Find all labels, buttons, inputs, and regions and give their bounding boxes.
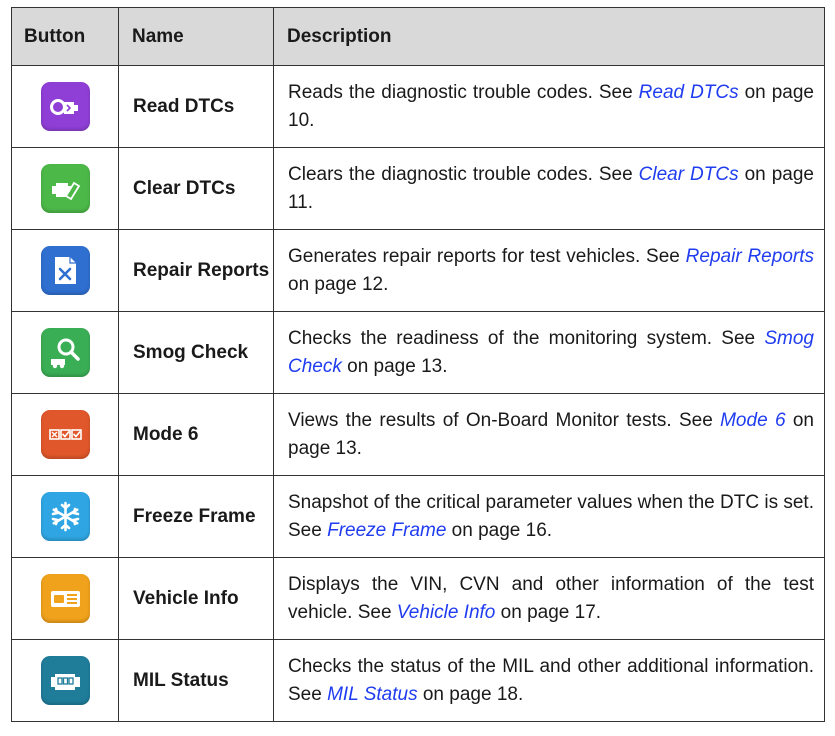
table-row: Smog Check Checks the readiness of the m… — [11, 311, 825, 394]
button-name: MIL Status — [118, 639, 274, 722]
page-link[interactable]: Clear DTCs — [639, 164, 739, 185]
table-row: Read DTCs Reads the diagnostic trouble c… — [11, 65, 825, 148]
vehicle-info-icon[interactable] — [40, 574, 90, 623]
mode-6-icon[interactable] — [40, 410, 90, 459]
repair-reports-icon[interactable] — [40, 246, 90, 295]
table-row: Clear DTCs Clears the diagnostic trouble… — [11, 147, 825, 230]
table-row: Vehicle Info Displays the VIN, CVN and o… — [11, 557, 825, 640]
button-name: Mode 6 — [118, 393, 274, 476]
button-description: Clears the diagnostic trouble codes. See… — [273, 147, 825, 230]
clear-dtcs-icon[interactable] — [40, 164, 90, 213]
table-header-row: Button Name Description — [11, 7, 825, 66]
button-description: Reads the diagnostic trouble codes. See … — [273, 65, 825, 148]
button-name: Smog Check — [118, 311, 274, 394]
button-name: Read DTCs — [118, 65, 274, 148]
table-row: Repair Reports Generates repair reports … — [11, 229, 825, 312]
button-description: Generates repair reports for test vehicl… — [273, 229, 825, 312]
table-row: Freeze Frame Snapshot of the critical pa… — [11, 475, 825, 558]
button-description: Snapshot of the critical parameter value… — [273, 475, 825, 558]
page-link[interactable]: MIL Status — [327, 684, 417, 705]
button-name: Clear DTCs — [118, 147, 274, 230]
read-dtcs-icon[interactable] — [40, 82, 90, 131]
table-row: Mode 6 Views the results of On-Board Mon… — [11, 393, 825, 476]
button-name: Repair Reports — [118, 229, 274, 312]
header-name: Name — [118, 7, 274, 66]
button-name: Vehicle Info — [118, 557, 274, 640]
page-link[interactable]: Repair Reports — [686, 246, 814, 267]
button-description: Checks the status of the MIL and other a… — [273, 639, 825, 722]
button-description: Views the results of On-Board Monitor te… — [273, 393, 825, 476]
page-link[interactable]: Freeze Frame — [327, 520, 446, 541]
button-reference-table: Button Name Description Read DTCs Reads … — [11, 7, 825, 722]
table-row: MIL Status Checks the status of the MIL … — [11, 639, 825, 722]
page-link[interactable]: Mode 6 — [720, 410, 785, 431]
header-description: Description — [273, 7, 825, 66]
freeze-frame-icon[interactable] — [40, 492, 90, 541]
page-link[interactable]: Vehicle Info — [397, 602, 496, 623]
mil-status-icon[interactable] — [40, 656, 90, 705]
smog-check-icon[interactable] — [40, 328, 90, 377]
button-description: Checks the readiness of the monitoring s… — [273, 311, 825, 394]
button-description: Displays the VIN, CVN and other informat… — [273, 557, 825, 640]
header-button: Button — [11, 7, 119, 66]
page-link[interactable]: Read DTCs — [639, 82, 739, 103]
button-name: Freeze Frame — [118, 475, 274, 558]
